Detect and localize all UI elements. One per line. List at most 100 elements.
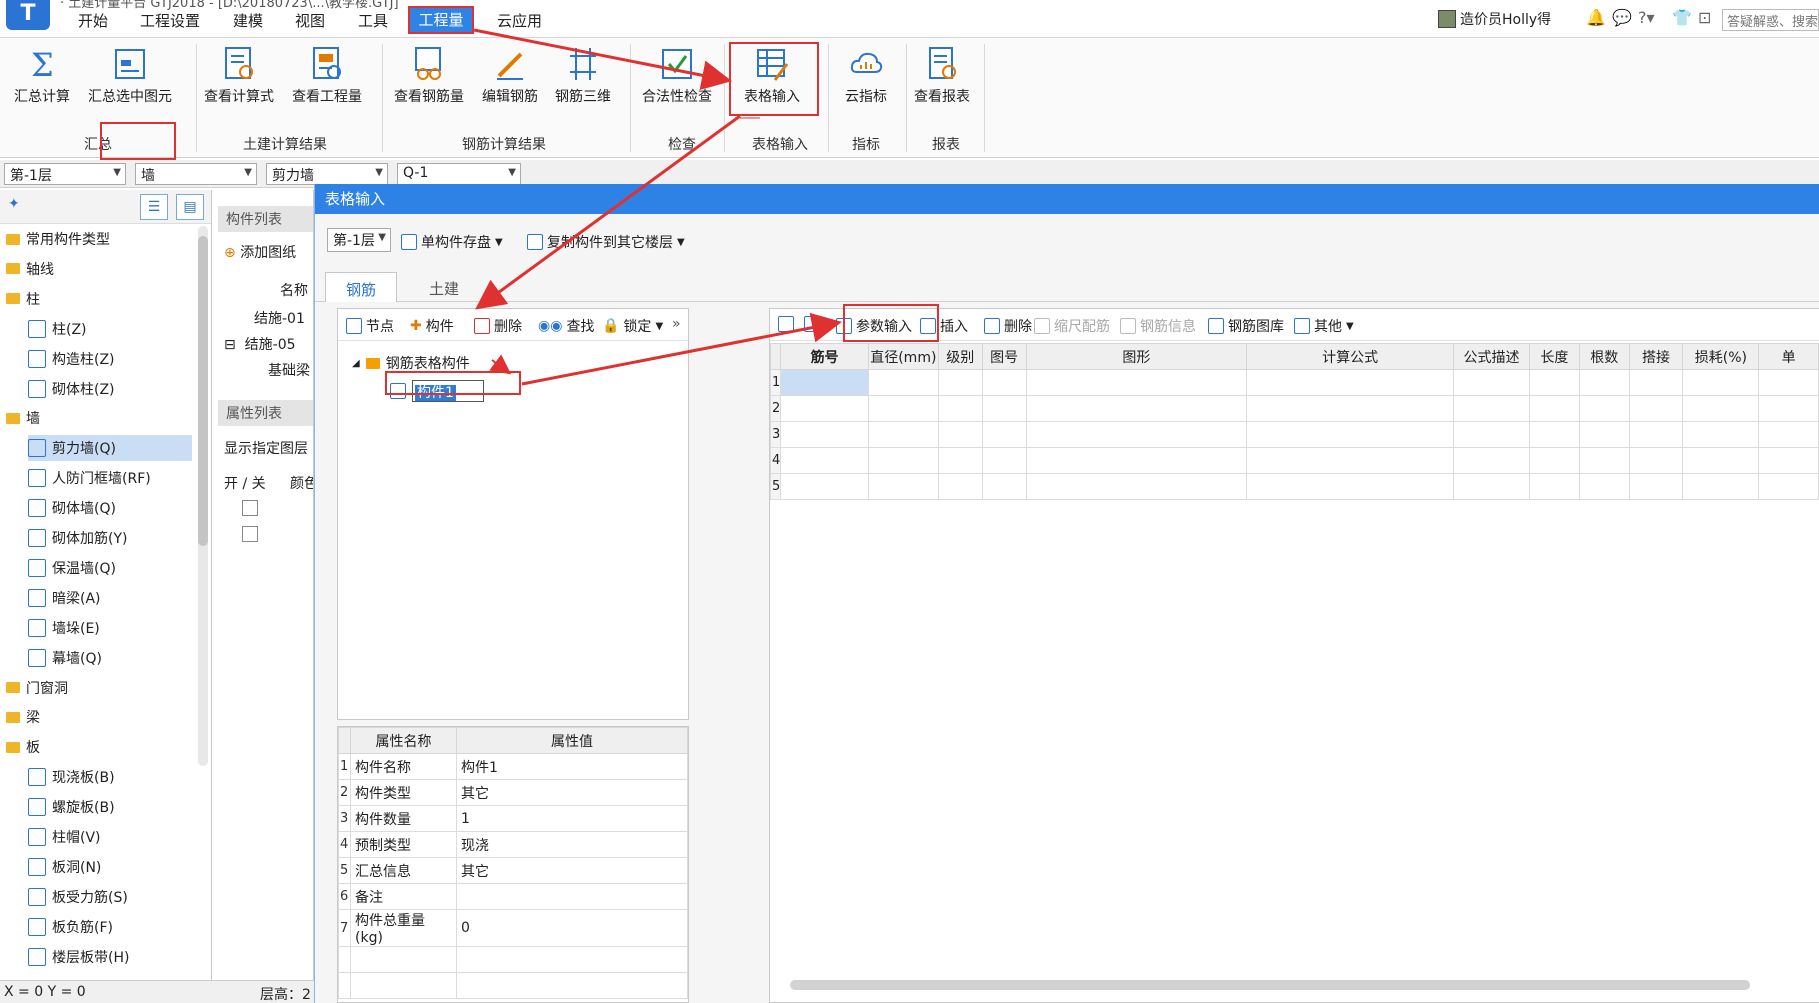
scrollbar-thumb[interactable]: [198, 236, 208, 546]
summary-selected-button[interactable]: 汇总选中图元: [88, 46, 172, 106]
menu-tools[interactable]: 工具: [358, 10, 388, 31]
window-icon[interactable]: ⊡: [1698, 8, 1711, 27]
save-component-button[interactable]: 单构件存盘 ▼: [401, 232, 503, 252]
rebar-info-button[interactable]: 钢筋信息: [1120, 316, 1196, 336]
tree-item[interactable]: 柱帽(V): [28, 824, 192, 850]
grid-column-header[interactable]: 单: [1758, 343, 1819, 370]
menu-start[interactable]: 开始: [78, 10, 108, 31]
table-row[interactable]: 3: [769, 421, 1819, 448]
grid-cell[interactable]: [1628, 473, 1684, 500]
grid-cell[interactable]: [780, 447, 869, 474]
view-quantity-button[interactable]: 查看工程量: [292, 46, 362, 106]
table-row[interactable]: 3 构件数量 1: [338, 805, 688, 832]
tree-item[interactable]: 板负筋(F): [28, 914, 192, 940]
tree-item[interactable]: 剪力墙(Q): [28, 435, 192, 462]
list-item[interactable]: 结施-01: [254, 308, 305, 328]
grid-cell[interactable]: [1453, 395, 1530, 422]
grid-column-header[interactable]: 图号: [981, 343, 1027, 370]
property-value[interactable]: [456, 883, 688, 910]
horizontal-scrollbar[interactable]: [790, 980, 1750, 990]
scale-rebar-button[interactable]: 缩尺配筋: [1034, 316, 1110, 336]
grid-cell[interactable]: [1758, 395, 1819, 422]
tree-item[interactable]: 砌体墙(Q): [28, 495, 192, 521]
grid-cell[interactable]: [1758, 447, 1819, 474]
add-component-button[interactable]: ✚ 构件: [410, 316, 454, 336]
grid-cell[interactable]: [780, 421, 869, 448]
grid-column-header[interactable]: 长度: [1528, 343, 1580, 370]
grid-cell[interactable]: [981, 447, 1027, 474]
grid-cell[interactable]: [1682, 369, 1760, 396]
grid-cell[interactable]: [1453, 473, 1530, 500]
tree-item[interactable]: 幕墙(Q): [28, 645, 192, 671]
grid-cell[interactable]: [1682, 421, 1760, 448]
grid-column-header[interactable]: 筋号: [780, 343, 869, 370]
grid-column-header[interactable]: [769, 343, 782, 370]
delete-component-button[interactable]: 删除: [474, 316, 522, 336]
grid-cell[interactable]: [981, 421, 1027, 448]
edit-rebar-button[interactable]: 编辑钢筋: [482, 46, 538, 106]
search-input[interactable]: 答疑解惑、搜索: [1722, 9, 1819, 31]
table-row[interactable]: 1 构件名称 构件1: [338, 753, 688, 780]
grid-cell[interactable]: [937, 421, 983, 448]
grid-cell[interactable]: [1528, 369, 1580, 396]
menu-view[interactable]: 视图: [295, 10, 325, 31]
menu-project-settings[interactable]: 工程设置: [140, 10, 200, 31]
view-report-button[interactable]: 查看报表: [914, 46, 970, 106]
property-value[interactable]: 1: [456, 805, 688, 832]
tree-item[interactable]: 墙垛(E): [28, 615, 192, 641]
collapse-icon[interactable]: ⊟: [224, 337, 236, 353]
grid-cell[interactable]: [780, 369, 869, 396]
lock-button[interactable]: 🔒 锁定 ▼: [602, 316, 663, 336]
grid-cell[interactable]: [1628, 421, 1684, 448]
tree-item[interactable]: 砌体柱(Z): [28, 376, 192, 402]
summary-calc-button[interactable]: Σ 汇总计算: [14, 46, 70, 106]
grid-cell[interactable]: [981, 369, 1027, 396]
grid-cell[interactable]: [1025, 421, 1248, 448]
grid-cell[interactable]: [1628, 369, 1684, 396]
rebar-3d-button[interactable]: 钢筋三维: [555, 46, 611, 106]
grid-column-header[interactable]: 搭接: [1628, 343, 1684, 370]
tree-item[interactable]: 螺旋板(B): [28, 794, 192, 820]
grid-cell[interactable]: [981, 473, 1027, 500]
tree-item[interactable]: 常用构件类型: [6, 226, 192, 252]
more-icon[interactable]: »: [672, 316, 681, 332]
grid-column-header[interactable]: 计算公式: [1246, 343, 1455, 370]
view-formula-button[interactable]: 查看计算式: [204, 46, 274, 106]
property-value[interactable]: 0: [456, 909, 688, 947]
grid-cell[interactable]: [1025, 447, 1248, 474]
grid-cell[interactable]: [1528, 473, 1580, 500]
grid-cell[interactable]: [780, 395, 869, 422]
property-value[interactable]: 其它: [456, 857, 688, 884]
help-icon[interactable]: ?▾: [1638, 8, 1655, 27]
floor-select[interactable]: 第-1层 ▼: [4, 163, 126, 185]
tree-item[interactable]: 砌体加筋(Y): [28, 525, 192, 551]
grid-cell[interactable]: [1025, 395, 1248, 422]
detail-view-icon[interactable]: ▤: [176, 194, 204, 220]
property-value[interactable]: 构件1: [456, 753, 688, 780]
tab-civil[interactable]: 土建: [409, 272, 479, 302]
grid-cell[interactable]: [937, 447, 983, 474]
grid-cell[interactable]: [1453, 369, 1530, 396]
grid-column-header[interactable]: 级别: [937, 343, 983, 370]
tab-rebar[interactable]: 钢筋: [325, 272, 398, 302]
table-row[interactable]: 4: [769, 447, 1819, 474]
tree-item[interactable]: 人防门框墙(RF): [28, 465, 192, 491]
grid-cell[interactable]: [1246, 473, 1455, 500]
menu-cloud-apps[interactable]: 云应用: [497, 10, 542, 31]
tree-item[interactable]: 门窗洞: [6, 675, 192, 701]
grid-cell[interactable]: [1578, 421, 1630, 448]
tree-item[interactable]: 现浇板(B): [28, 764, 192, 790]
grid-cell[interactable]: [780, 473, 869, 500]
list-item[interactable]: ⊟ 结施-05: [224, 334, 296, 354]
validity-check-button[interactable]: 合法性检查: [642, 46, 712, 106]
grid-column-header[interactable]: 直径(mm): [867, 343, 939, 370]
chat-icon[interactable]: 💬: [1612, 8, 1632, 27]
property-value[interactable]: 现浇: [456, 831, 688, 858]
grid-cell[interactable]: [1025, 473, 1248, 500]
grid-column-header[interactable]: 公式描述: [1453, 343, 1530, 370]
scrollbar[interactable]: [198, 226, 208, 766]
grid-cell[interactable]: [1528, 447, 1580, 474]
grid-column-header[interactable]: 根数: [1578, 343, 1630, 370]
grid-cell[interactable]: [1682, 473, 1760, 500]
grid-cell[interactable]: [1682, 447, 1760, 474]
